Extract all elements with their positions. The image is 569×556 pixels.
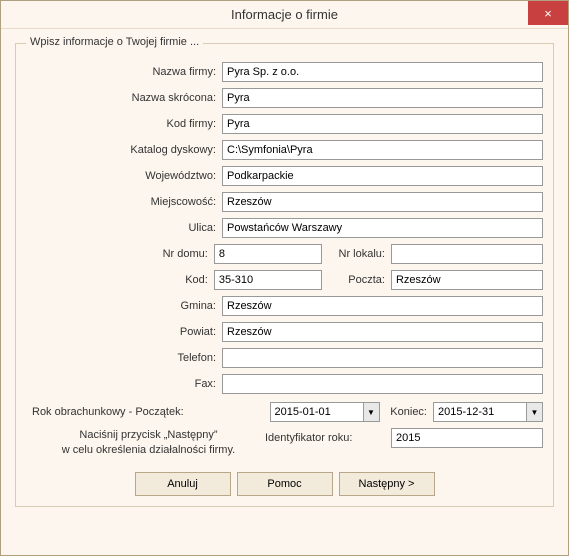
input-fiscal-end[interactable]: [434, 403, 526, 421]
label-unit-no: Nr lokalu:: [322, 248, 391, 260]
window-title: Informacje o firmie: [231, 7, 338, 22]
input-disk-catalog[interactable]: [222, 140, 543, 160]
date-start-wrap: ▼: [270, 402, 380, 422]
chevron-down-icon: ▼: [531, 408, 539, 417]
date-end-wrap: ▼: [433, 402, 543, 422]
dropdown-end-button[interactable]: ▼: [526, 403, 542, 421]
input-post[interactable]: [391, 270, 543, 290]
input-company-code[interactable]: [222, 114, 543, 134]
dropdown-start-button[interactable]: ▼: [363, 403, 379, 421]
label-phone: Telefon:: [26, 352, 222, 364]
next-button[interactable]: Następny >: [339, 472, 435, 496]
label-county: Powiat:: [26, 326, 222, 338]
company-info-group: Wpisz informacje o Twojej firmie ... Naz…: [15, 43, 554, 507]
chevron-down-icon: ▼: [367, 408, 375, 417]
hint-line1: Naciśnij przycisk „Następny”: [32, 428, 265, 443]
input-year-id[interactable]: [391, 428, 543, 448]
label-province: Województwo:: [26, 170, 222, 182]
label-year-id: Identyfikator roku:: [265, 432, 391, 444]
label-fiscal-end: Koniec:: [380, 406, 433, 418]
input-commune[interactable]: [222, 296, 543, 316]
label-postal-code: Kod:: [26, 274, 214, 286]
button-bar: Anuluj Pomoc Następny >: [26, 472, 543, 496]
input-unit-no[interactable]: [391, 244, 543, 264]
next-button-label: Następny >: [359, 478, 415, 490]
input-locality[interactable]: [222, 192, 543, 212]
label-company-name: Nazwa firmy:: [26, 66, 222, 78]
window: Informacje o firmie × Wpisz informacje o…: [0, 0, 569, 556]
label-company-code: Kod firmy:: [26, 118, 222, 130]
close-icon: ×: [544, 6, 552, 21]
cancel-button[interactable]: Anuluj: [135, 472, 231, 496]
input-postal-code[interactable]: [214, 270, 322, 290]
label-short-name: Nazwa skrócona:: [26, 92, 222, 104]
hint-line2: w celu określenia działalności firmy.: [32, 443, 265, 458]
label-post: Poczta:: [322, 274, 391, 286]
cancel-button-label: Anuluj: [167, 478, 198, 490]
titlebar: Informacje o firmie ×: [1, 1, 568, 29]
label-house-no: Nr domu:: [26, 248, 214, 260]
input-province[interactable]: [222, 166, 543, 186]
help-button[interactable]: Pomoc: [237, 472, 333, 496]
input-fiscal-start[interactable]: [271, 403, 363, 421]
input-short-name[interactable]: [222, 88, 543, 108]
label-locality: Miejscowość:: [26, 196, 222, 208]
input-company-name[interactable]: [222, 62, 543, 82]
close-button[interactable]: ×: [528, 1, 568, 25]
hint-text: Naciśnij przycisk „Następny” w celu okre…: [26, 428, 265, 458]
label-commune: Gmina:: [26, 300, 222, 312]
group-legend: Wpisz informacje o Twojej firmie ...: [26, 36, 203, 48]
label-fiscal-start: Rok obrachunkowy - Początek:: [26, 406, 270, 418]
input-county[interactable]: [222, 322, 543, 342]
input-house-no[interactable]: [214, 244, 322, 264]
label-street: Ulica:: [26, 222, 222, 234]
input-street[interactable]: [222, 218, 543, 238]
label-fax: Fax:: [26, 378, 222, 390]
input-phone[interactable]: [222, 348, 543, 368]
label-disk-catalog: Katalog dyskowy:: [26, 144, 222, 156]
help-button-label: Pomoc: [267, 478, 301, 490]
content-area: Wpisz informacje o Twojej firmie ... Naz…: [1, 29, 568, 517]
input-fax[interactable]: [222, 374, 543, 394]
